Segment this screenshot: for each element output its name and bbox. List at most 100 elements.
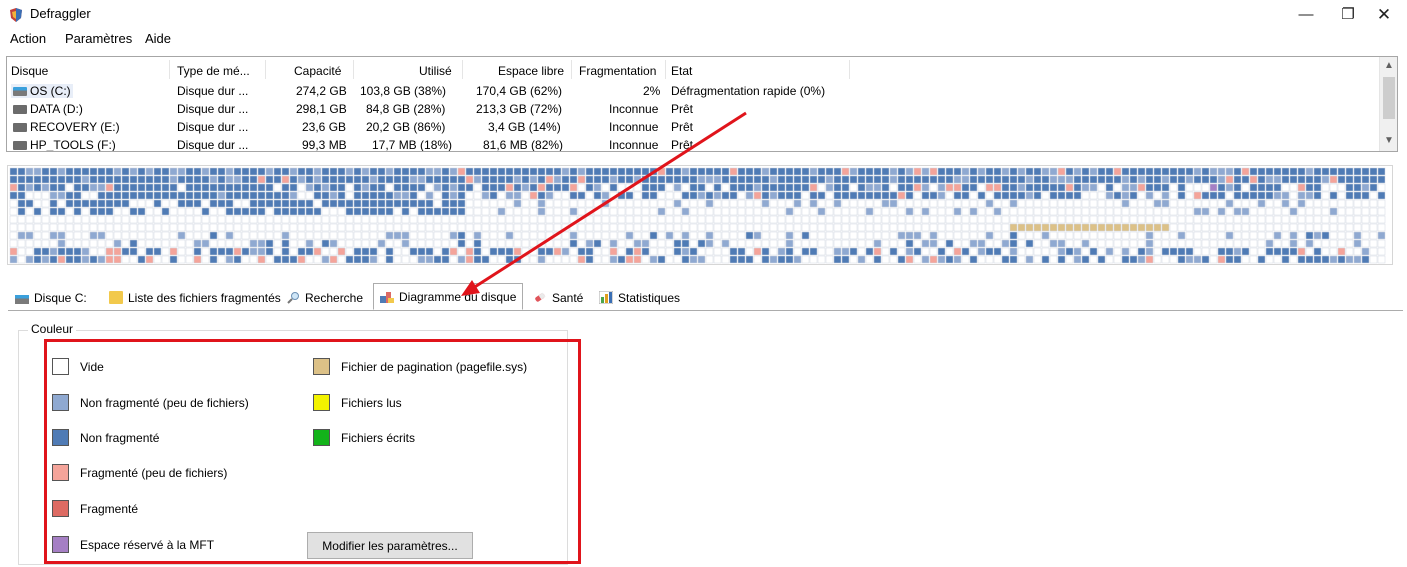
disk-block [833,175,842,184]
disk-block [577,255,586,264]
drive-row[interactable]: HP_TOOLS (F:) Disque dur ... 99,3 MB 17,… [7,138,1377,152]
disk-block [609,215,618,224]
disk-block [1281,207,1290,216]
disk-block [593,207,602,216]
disk-block [1233,183,1242,192]
disk-block [65,231,74,240]
disk-block [1121,239,1130,248]
disk-block [969,175,978,184]
disk-block [201,215,210,224]
disk-block [1209,215,1218,224]
disk-block [1225,247,1234,256]
disk-block [321,231,330,240]
disk-block [929,223,938,232]
disk-block [929,215,938,224]
disk-block [393,191,402,200]
column-header-used[interactable]: Utilisé [419,64,452,78]
close-button[interactable]: ✕ [1364,2,1404,28]
disk-block [833,255,842,264]
tab-search[interactable]: Recherche [279,286,370,309]
disk-block [465,167,474,176]
disk-block [289,247,298,256]
disk-block [385,175,394,184]
column-header-type[interactable]: Type de mé... [177,64,250,78]
disk-block [481,223,490,232]
menu-parametres[interactable]: Paramètres [65,31,132,46]
disk-block [601,183,610,192]
disk-block [737,223,746,232]
disk-block [1065,255,1074,264]
column-header-capacity[interactable]: Capacité [294,64,341,78]
tab-disque-c[interactable]: Disque C: [8,286,94,309]
disk-block [145,255,154,264]
disk-block [1217,215,1226,224]
disk-block [1225,183,1234,192]
column-header-free[interactable]: Espace libre [498,64,564,78]
disk-block [9,247,18,256]
drive-list-scrollbar[interactable]: ▲ ▼ [1379,57,1397,151]
scroll-up-icon[interactable]: ▲ [1384,60,1394,71]
drive-free: 170,4 GB (62%) [476,84,563,98]
minimize-button[interactable]: — [1286,2,1326,28]
disk-block [369,167,378,176]
disk-block [321,247,330,256]
disk-block [673,231,682,240]
disk-block [1153,207,1162,216]
tab-fragmented-files[interactable]: Liste des fichiers fragmentés [102,286,288,309]
disk-block [657,207,666,216]
disk-block [417,183,426,192]
drive-row[interactable]: RECOVERY (E:) Disque dur ... 23,6 GB 20,… [7,120,1377,138]
disk-block [257,223,266,232]
scroll-down-icon[interactable]: ▼ [1384,135,1394,146]
disk-block [1057,183,1066,192]
disk-block [929,175,938,184]
disk-block [513,215,522,224]
tab-disk-map[interactable]: Diagramme du disque [373,283,524,310]
disk-block [553,231,562,240]
disk-block [977,167,986,176]
column-header-fragmentation[interactable]: Fragmentation [579,64,656,78]
tab-health[interactable]: Santé [526,286,590,309]
disk-block [625,231,634,240]
disk-block [937,167,946,176]
scroll-thumb[interactable] [1383,77,1395,119]
menu-action[interactable]: Action [10,31,46,46]
disk-block [817,223,826,232]
disk-block [369,207,378,216]
disk-block [1097,223,1106,232]
disk-block [521,247,530,256]
drive-row[interactable]: OS (C:) Disque dur ... 274,2 GB 103,8 GB… [7,84,1377,102]
disk-block [553,167,562,176]
disk-block [1329,215,1338,224]
drive-row[interactable]: DATA (D:) Disque dur ... 298,1 GB 84,8 G… [7,102,1377,120]
column-header-state[interactable]: Etat [671,64,692,78]
disk-block [1249,223,1258,232]
disk-block [729,199,738,208]
disk-block [201,255,210,264]
drive-type: Disque dur ... [177,138,249,152]
disk-block [889,247,898,256]
disk-block [865,175,874,184]
disk-block [249,247,258,256]
tab-statistics[interactable]: Statistiques [592,286,687,309]
disk-block [729,239,738,248]
disk-block [233,207,242,216]
disk-block [425,239,434,248]
disk-block [865,239,874,248]
column-header-disk[interactable]: Disque [11,64,48,78]
disk-block [681,231,690,240]
menu-aide[interactable]: Aide [145,31,171,46]
disk-block [817,175,826,184]
disk-block [593,167,602,176]
disk-block [1009,247,1018,256]
disk-block [825,239,834,248]
maximize-button[interactable]: ❐ [1328,2,1368,28]
disk-block [593,247,602,256]
disk-block [745,215,754,224]
disk-block [1201,223,1210,232]
disk-map[interactable] [7,165,1393,265]
disk-block [761,247,770,256]
disk-block [801,191,810,200]
disk-block [793,167,802,176]
disk-block [225,167,234,176]
